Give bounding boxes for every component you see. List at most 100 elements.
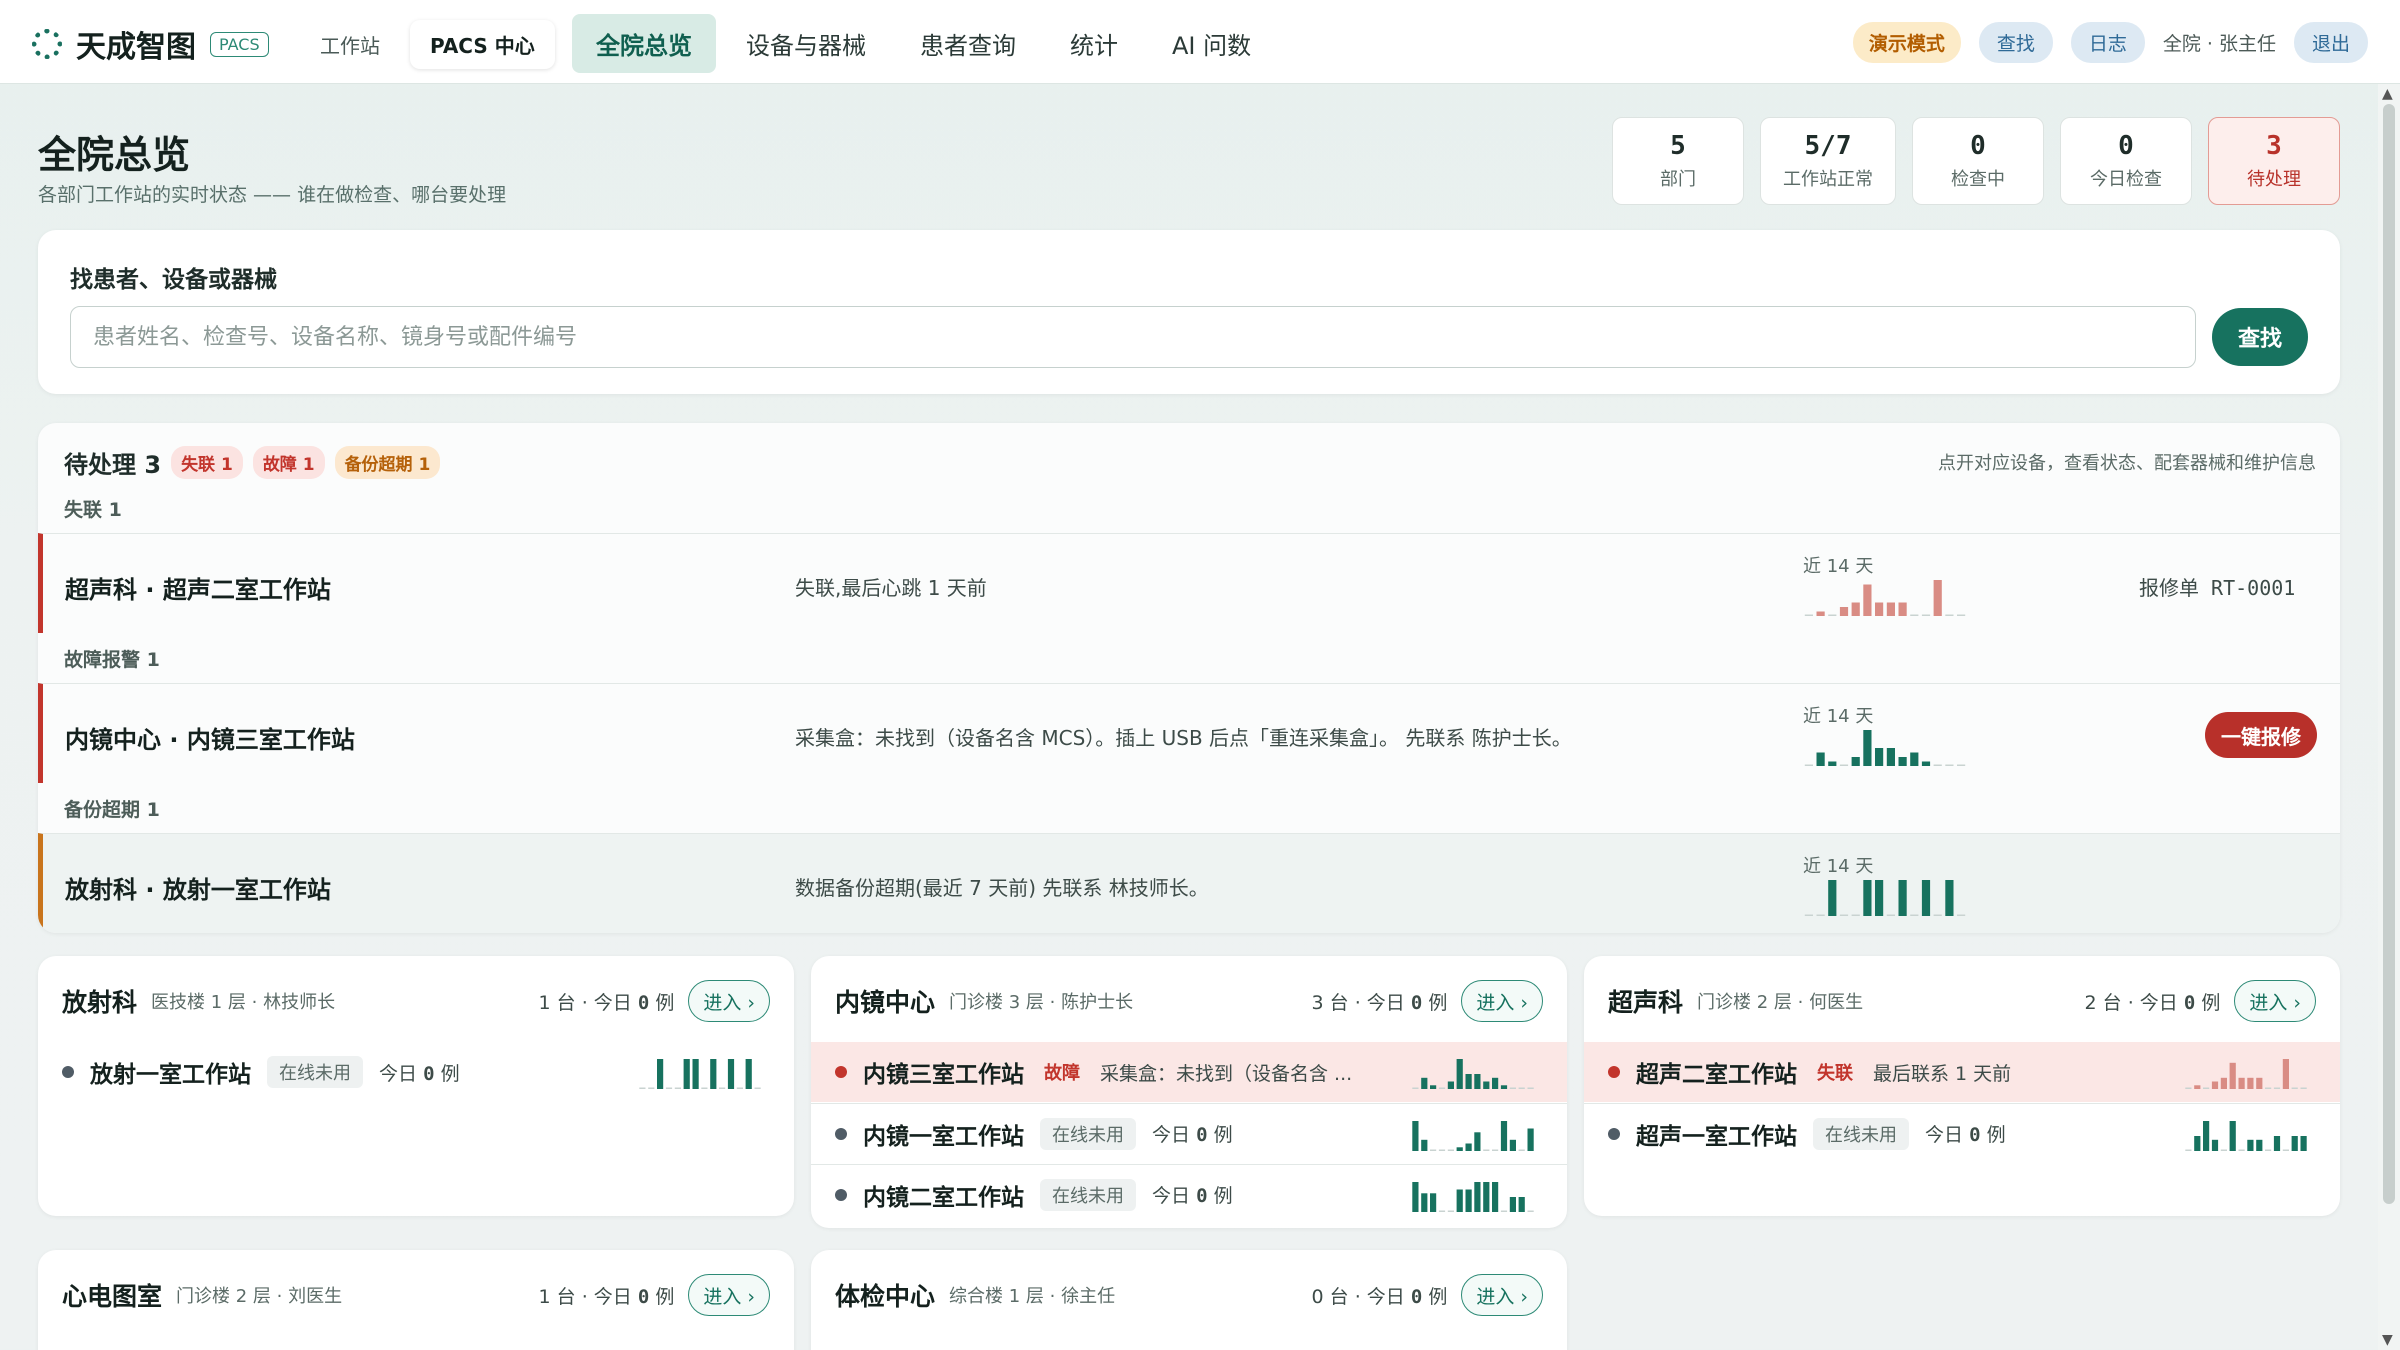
enter-button[interactable]: 进入 › [2234, 980, 2316, 1022]
stat-today-exams[interactable]: 0 今日检查 [2060, 117, 2192, 205]
pending-row-message: 采集盒：未找到（设备名含 MCS）。插上 USB 后点「重连采集盒」。 先联系 … [795, 726, 1572, 750]
dept-meta: 综合楼 1 层 · 徐主任 [949, 1286, 1116, 1307]
sparkline-bar [1483, 1149, 1490, 1151]
sparkline-bar [710, 1059, 717, 1089]
sparkline-bar [1447, 1149, 1454, 1151]
sparkline-bar [1957, 914, 1966, 916]
workstation-row[interactable]: 内镜二室工作站 在线未用 今日 0 例 [811, 1164, 1567, 1224]
stat-value: 0 [2118, 131, 2134, 161]
app-logo[interactable]: 天成智图 PACS [32, 22, 269, 66]
sparkline-bar [1430, 1149, 1437, 1151]
search-panel: 找患者、设备或器械 查找 [38, 230, 2340, 394]
sparkline-chart [2185, 1121, 2307, 1151]
enter-button[interactable]: 进入 › [1461, 1274, 1543, 1316]
group-label-offline: 失联 1 [64, 499, 122, 521]
enter-button[interactable]: 进入 › [688, 1274, 770, 1316]
sparkline-bar [1465, 1143, 1472, 1151]
workstation-row[interactable]: 放射一室工作站 在线未用 今日 0 例 [38, 1042, 794, 1102]
dept-card-ultrasound: 超声科 门诊楼 2 层 · 何医生 2 台 · 今日 0 例 进入 › 超声二室… [1584, 956, 2340, 1216]
status-dot [1608, 1066, 1620, 1078]
sparkline-bar [1875, 748, 1884, 766]
dept-count: 0 台 · 今日 0 例 [1311, 1285, 1448, 1308]
stat-value: 5/7 [1804, 131, 1852, 161]
demo-mode-badge[interactable]: 演示模式 [1852, 22, 1961, 63]
sparkline-bar [2229, 1062, 2236, 1089]
workstation-status: 在线未用 [1040, 1178, 1136, 1211]
chip-fault[interactable]: 故障 1 [252, 446, 325, 479]
sparkline-bar [2203, 1087, 2210, 1089]
nav-overview[interactable]: 全院总览 [572, 14, 716, 73]
sparkline-bar [745, 1059, 752, 1089]
nav-ai-query[interactable]: AI 问数 [1148, 14, 1275, 73]
workstation-status: 在线未用 [267, 1056, 363, 1088]
mode-pacs-center[interactable]: PACS 中心 [410, 20, 555, 69]
workstation-status: 故障 [1044, 1063, 1080, 1084]
sparkline-bar [1910, 914, 1919, 916]
scroll-thumb[interactable] [2383, 104, 2395, 1204]
nav-statistics[interactable]: 统计 [1046, 14, 1142, 73]
top-search-button[interactable]: 查找 [1978, 22, 2053, 63]
chip-backup-overdue[interactable]: 备份超期 1 [334, 446, 441, 479]
status-dot [835, 1066, 847, 1078]
sparkline-bar [1816, 611, 1825, 616]
sparkline-bar [1828, 880, 1837, 916]
stat-label: 工作站正常 [1783, 169, 1873, 190]
stat-label: 部门 [1660, 169, 1696, 190]
sparkline-label: 近 14 天 [1803, 856, 1874, 877]
scroll-up-icon[interactable]: ▲ [2382, 86, 2393, 102]
scroll-down-icon[interactable]: ▼ [2382, 1332, 2393, 1348]
sparkline-bar [1412, 1121, 1419, 1151]
search-input[interactable] [70, 306, 2196, 368]
sparkline-bar [2211, 1081, 2219, 1089]
pending-row-offline[interactable]: 超声科 · 超声二室工作站 失联,最后心跳 1 天前 近 14 天 报修单 RT… [38, 533, 2340, 633]
sparkline-bar [1465, 1189, 1472, 1212]
sparkline-bar [1483, 1182, 1490, 1212]
sparkline-bar [1851, 914, 1860, 916]
pending-panel: 待处理 3 失联 1 故障 1 备份超期 1 点开对应设备，查看状态、配套器械和… [38, 423, 2340, 933]
dept-meta: 门诊楼 2 层 · 刘医生 [176, 1286, 343, 1307]
workstation-row[interactable]: 内镜一室工作站 在线未用 今日 0 例 [811, 1103, 1567, 1163]
enter-button[interactable]: 进入 › [1461, 980, 1543, 1022]
sparkline-chart [1804, 580, 1966, 616]
workstation-status: 在线未用 [1040, 1117, 1136, 1150]
sparkline-bar [683, 1059, 690, 1089]
one-click-repair-button[interactable]: 一键报修 [2205, 712, 2317, 758]
stat-departments[interactable]: 5 部门 [1612, 117, 1744, 205]
workstation-name: 放射一室工作站 [90, 1062, 251, 1088]
pending-row-fault[interactable]: 内镜中心 · 内镜三室工作站 采集盒：未找到（设备名含 MCS）。插上 USB … [38, 683, 2340, 783]
stat-value: 5 [1670, 131, 1686, 161]
dept-card-radiology: 放射科 医技楼 1 层 · 林技师长 1 台 · 今日 0 例 进入 › 放射一… [38, 956, 794, 1216]
nav-patients[interactable]: 患者查询 [896, 14, 1040, 73]
workstation-name: 超声二室工作站 [1636, 1062, 1797, 1088]
workstation-row[interactable]: 超声二室工作站 失联 最后联系 1 天前 [1584, 1042, 2340, 1102]
sparkline-bar [1492, 1182, 1499, 1212]
pending-title: 待处理 3 [64, 451, 162, 479]
sparkline-bar [1492, 1149, 1499, 1151]
group-label-backup: 备份超期 1 [64, 799, 160, 821]
stat-in-exam[interactable]: 0 检查中 [1912, 117, 2044, 205]
log-button[interactable]: 日志 [2070, 22, 2145, 63]
workstation-row[interactable]: 超声一室工作站 在线未用 今日 0 例 [1584, 1103, 2340, 1163]
sparkline-bar [1527, 1210, 1534, 1212]
sparkline-bar [1438, 1149, 1446, 1151]
pending-row-backup[interactable]: 放射科 · 放射一室工作站 数据备份超期(最近 7 天前) 先联系 林技师长。 … [38, 833, 2340, 933]
stat-workstations-ok[interactable]: 5/7 工作站正常 [1760, 117, 1896, 205]
sparkline-bar [2256, 1139, 2263, 1151]
sparkline-bar [1483, 1081, 1490, 1089]
sparkline-bar [1456, 1147, 1463, 1151]
logout-button[interactable]: 退出 [2293, 22, 2368, 63]
workstation-name: 内镜一室工作站 [863, 1123, 1024, 1150]
search-button[interactable]: 查找 [2212, 308, 2308, 366]
workstation-row[interactable]: 内镜三室工作站 故障 采集盒：未找到（设备名含 ... [811, 1042, 1567, 1102]
sparkline-bar [2265, 1149, 2272, 1151]
repair-ticket-label[interactable]: 报修单 RT-0001 [2139, 572, 2295, 601]
page-scrollbar[interactable]: ▲ ▼ [2378, 84, 2400, 1350]
chip-offline[interactable]: 失联 1 [171, 446, 243, 479]
stat-pending[interactable]: 3 待处理 [2208, 117, 2340, 205]
enter-button[interactable]: 进入 › [688, 980, 770, 1022]
sparkline-bar [2282, 1149, 2289, 1151]
mode-workstation[interactable]: 工作站 [300, 20, 400, 69]
sparkline-bar [2220, 1077, 2227, 1089]
nav-devices[interactable]: 设备与器械 [722, 14, 890, 73]
group-label-fault: 故障报警 1 [64, 649, 160, 671]
